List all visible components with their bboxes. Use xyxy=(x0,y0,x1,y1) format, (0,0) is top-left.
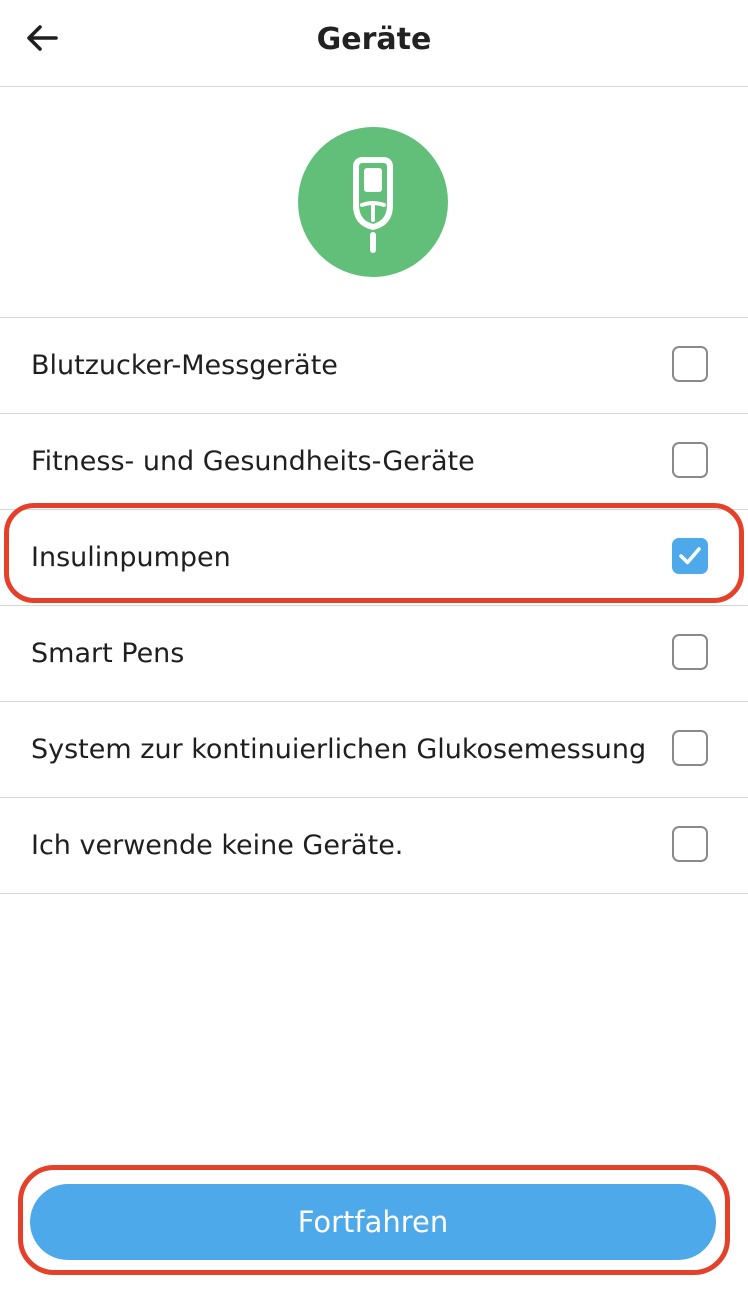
continue-button[interactable]: Fortfahren xyxy=(30,1184,716,1260)
option-label: Blutzucker-Messgeräte xyxy=(31,350,338,381)
option-label: Fitness- und Gesundheits-Geräte xyxy=(31,446,475,477)
device-options-list: Blutzucker-Messgeräte Fitness- und Gesun… xyxy=(0,318,748,894)
option-label: System zur kontinuierlichen Glukosemessu… xyxy=(31,734,647,765)
hero-circle xyxy=(298,127,448,277)
option-checkbox[interactable] xyxy=(672,826,708,862)
option-checkbox[interactable] xyxy=(672,730,708,766)
option-checkbox[interactable] xyxy=(672,442,708,478)
option-label: Ich verwende keine Geräte. xyxy=(31,830,404,861)
option-label: Smart Pens xyxy=(31,638,185,669)
option-label: Insulinpumpen xyxy=(31,542,231,573)
option-checkbox[interactable] xyxy=(672,538,708,574)
page-title: Geräte xyxy=(316,22,432,57)
option-row-cgm-system[interactable]: System zur kontinuierlichen Glukosemessu… xyxy=(0,702,748,798)
top-bar: Geräte xyxy=(0,0,748,87)
option-row-keine-geraete[interactable]: Ich verwende keine Geräte. xyxy=(0,798,748,894)
checkmark-icon xyxy=(679,547,701,565)
option-row-smart-pens[interactable]: Smart Pens xyxy=(0,606,748,702)
hero-section xyxy=(0,87,748,318)
option-checkbox[interactable] xyxy=(672,346,708,382)
option-row-blutzucker-messgeraete[interactable]: Blutzucker-Messgeräte xyxy=(0,318,748,414)
option-checkbox[interactable] xyxy=(672,634,708,670)
option-row-fitness-geraete[interactable]: Fitness- und Gesundheits-Geräte xyxy=(0,414,748,510)
option-row-insulinpumpen[interactable]: Insulinpumpen xyxy=(0,510,748,606)
